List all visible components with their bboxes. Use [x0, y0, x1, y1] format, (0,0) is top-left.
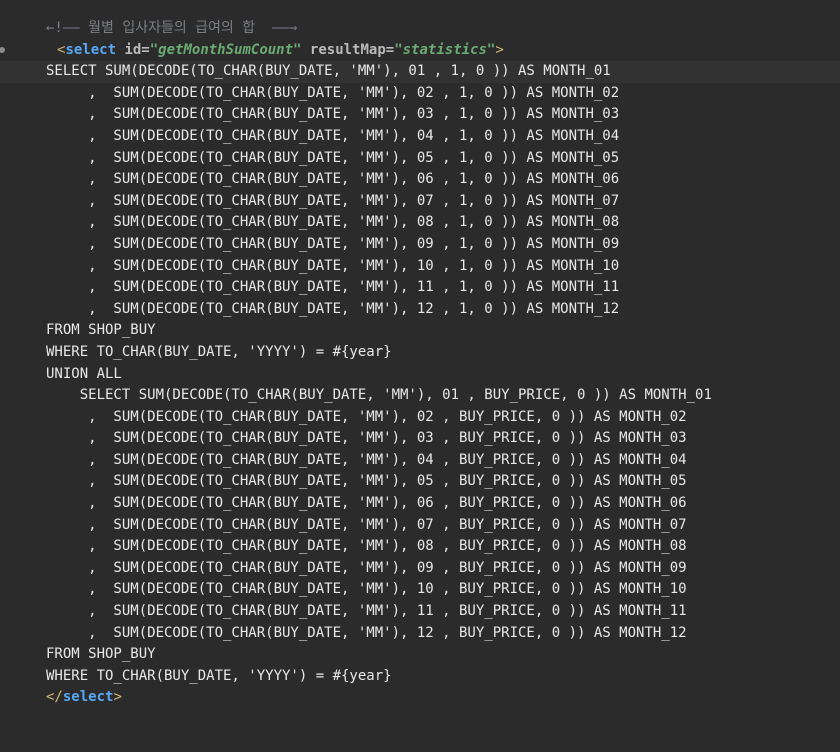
sql-line[interactable]: , SUM(DECODE(TO_CHAR(BUY_DATE, 'MM'), 09… [0, 558, 840, 580]
sql-line[interactable]: , SUM(DECODE(TO_CHAR(BUY_DATE, 'MM'), 03… [0, 104, 840, 126]
sql-text: , SUM(DECODE(TO_CHAR(BUY_DATE, 'MM'), 11… [46, 279, 620, 296]
select-open-tag: <select id="getMonthSumCount" resultMap=… [57, 40, 504, 62]
sql-line[interactable]: WHERE TO_CHAR(BUY_DATE, 'YYYY') = #{year… [0, 342, 840, 364]
sql-text: , SUM(DECODE(TO_CHAR(BUY_DATE, 'MM'), 12… [46, 300, 620, 317]
sql-text: FROM SHOP_BUY [46, 322, 156, 339]
breakpoint-dot-icon[interactable] [0, 46, 5, 53]
attr-id-value: "getMonthSumCount" [149, 41, 302, 58]
attr-id-name: id= [124, 41, 150, 58]
sql-line[interactable]: , SUM(DECODE(TO_CHAR(BUY_DATE, 'MM'), 06… [0, 493, 840, 515]
sql-text: UNION ALL [46, 365, 122, 382]
sql-line[interactable]: SELECT SUM(DECODE(TO_CHAR(BUY_DATE, 'MM'… [0, 385, 840, 407]
select-close-tag-line[interactable]: </select> [0, 687, 840, 709]
sql-line[interactable]: , SUM(DECODE(TO_CHAR(BUY_DATE, 'MM'), 12… [0, 299, 840, 321]
sql-line[interactable]: , SUM(DECODE(TO_CHAR(BUY_DATE, 'MM'), 06… [0, 169, 840, 191]
sql-text: , SUM(DECODE(TO_CHAR(BUY_DATE, 'MM'), 08… [46, 538, 687, 555]
sql-line[interactable]: , SUM(DECODE(TO_CHAR(BUY_DATE, 'MM'), 08… [0, 536, 840, 558]
sql-line[interactable]: , SUM(DECODE(TO_CHAR(BUY_DATE, 'MM'), 05… [0, 471, 840, 493]
sql-text: , SUM(DECODE(TO_CHAR(BUY_DATE, 'MM'), 09… [46, 235, 620, 252]
sql-line[interactable]: , SUM(DECODE(TO_CHAR(BUY_DATE, 'MM'), 09… [0, 234, 840, 256]
sql-line[interactable]: FROM SHOP_BUY [0, 644, 840, 666]
sql-line[interactable]: , SUM(DECODE(TO_CHAR(BUY_DATE, 'MM'), 10… [0, 579, 840, 601]
sql-line[interactable]: , SUM(DECODE(TO_CHAR(BUY_DATE, 'MM'), 08… [0, 212, 840, 234]
sql-line[interactable]: , SUM(DECODE(TO_CHAR(BUY_DATE, 'MM'), 07… [0, 515, 840, 537]
comment-line[interactable]: ←!—— 월별 입사자들의 급여의 합 ——→ [0, 18, 840, 40]
tag-name: select [62, 689, 114, 706]
sql-line[interactable]: , SUM(DECODE(TO_CHAR(BUY_DATE, 'MM'), 04… [0, 450, 840, 472]
sql-line[interactable]: , SUM(DECODE(TO_CHAR(BUY_DATE, 'MM'), 05… [0, 148, 840, 170]
sql-text: , SUM(DECODE(TO_CHAR(BUY_DATE, 'MM'), 09… [46, 559, 687, 576]
code-editor[interactable]: ←!—— 월별 입사자들의 급여의 합 ——→ <select id="getM… [0, 18, 840, 709]
sql-text: SELECT SUM(DECODE(TO_CHAR(BUY_DATE, 'MM'… [46, 63, 611, 80]
select-open-tag-line[interactable]: <select id="getMonthSumCount" resultMap=… [0, 40, 840, 62]
sql-text: SELECT SUM(DECODE(TO_CHAR(BUY_DATE, 'MM'… [46, 387, 712, 404]
select-close-tag: </select> [46, 687, 122, 709]
sql-line[interactable]: , SUM(DECODE(TO_CHAR(BUY_DATE, 'MM'), 02… [0, 407, 840, 429]
tag-name: select [65, 41, 117, 58]
sql-text: WHERE TO_CHAR(BUY_DATE, 'YYYY') = #{year… [46, 343, 392, 360]
sql-line[interactable]: , SUM(DECODE(TO_CHAR(BUY_DATE, 'MM'), 11… [0, 601, 840, 623]
sql-line[interactable]: , SUM(DECODE(TO_CHAR(BUY_DATE, 'MM'), 04… [0, 126, 840, 148]
sql-line[interactable]: , SUM(DECODE(TO_CHAR(BUY_DATE, 'MM'), 03… [0, 428, 840, 450]
sql-text: , SUM(DECODE(TO_CHAR(BUY_DATE, 'MM'), 06… [46, 495, 687, 512]
sql-text: , SUM(DECODE(TO_CHAR(BUY_DATE, 'MM'), 03… [46, 430, 687, 447]
sql-line[interactable]: WHERE TO_CHAR(BUY_DATE, 'YYYY') = #{year… [0, 666, 840, 688]
sql-text: , SUM(DECODE(TO_CHAR(BUY_DATE, 'MM'), 02… [46, 84, 620, 101]
sql-line[interactable]: , SUM(DECODE(TO_CHAR(BUY_DATE, 'MM'), 12… [0, 623, 840, 645]
sql-text: , SUM(DECODE(TO_CHAR(BUY_DATE, 'MM'), 05… [46, 149, 620, 166]
sql-text: , SUM(DECODE(TO_CHAR(BUY_DATE, 'MM'), 02… [46, 408, 687, 425]
attr-resultmap-name: resultMap= [309, 41, 395, 58]
sql-text: , SUM(DECODE(TO_CHAR(BUY_DATE, 'MM'), 04… [46, 451, 687, 468]
sql-text: , SUM(DECODE(TO_CHAR(BUY_DATE, 'MM'), 05… [46, 473, 687, 490]
sql-text: , SUM(DECODE(TO_CHAR(BUY_DATE, 'MM'), 07… [46, 516, 687, 533]
tag-close-bracket: > [113, 689, 122, 706]
sql-line[interactable]: FROM SHOP_BUY [0, 320, 840, 342]
xml-comment: ←!—— 월별 입사자들의 급여의 합 ——→ [46, 20, 298, 36]
sql-text: , SUM(DECODE(TO_CHAR(BUY_DATE, 'MM'), 10… [46, 581, 687, 598]
sql-text: , SUM(DECODE(TO_CHAR(BUY_DATE, 'MM'), 10… [46, 257, 620, 274]
sql-text: , SUM(DECODE(TO_CHAR(BUY_DATE, 'MM'), 07… [46, 192, 620, 209]
sql-line[interactable]: , SUM(DECODE(TO_CHAR(BUY_DATE, 'MM'), 02… [0, 83, 840, 105]
sql-line[interactable]: , SUM(DECODE(TO_CHAR(BUY_DATE, 'MM'), 10… [0, 256, 840, 278]
sql-text: , SUM(DECODE(TO_CHAR(BUY_DATE, 'MM'), 03… [46, 106, 620, 123]
sql-text: , SUM(DECODE(TO_CHAR(BUY_DATE, 'MM'), 08… [46, 214, 620, 231]
sql-text: WHERE TO_CHAR(BUY_DATE, 'YYYY') = #{year… [46, 667, 392, 684]
sql-line[interactable]: SELECT SUM(DECODE(TO_CHAR(BUY_DATE, 'MM'… [0, 61, 840, 83]
tag-open-bracket: </ [46, 689, 63, 706]
sql-text: , SUM(DECODE(TO_CHAR(BUY_DATE, 'MM'), 11… [46, 603, 687, 620]
attr-resultmap-value: "statistics" [394, 41, 496, 58]
sql-text: , SUM(DECODE(TO_CHAR(BUY_DATE, 'MM'), 06… [46, 171, 620, 188]
sql-text: FROM SHOP_BUY [46, 646, 156, 663]
sql-text: , SUM(DECODE(TO_CHAR(BUY_DATE, 'MM'), 12… [46, 624, 687, 641]
tag-close-bracket: > [495, 41, 504, 58]
sql-line[interactable]: , SUM(DECODE(TO_CHAR(BUY_DATE, 'MM'), 11… [0, 277, 840, 299]
sql-line[interactable]: , SUM(DECODE(TO_CHAR(BUY_DATE, 'MM'), 07… [0, 191, 840, 213]
sql-text: , SUM(DECODE(TO_CHAR(BUY_DATE, 'MM'), 04… [46, 127, 620, 144]
sql-line[interactable]: UNION ALL [0, 364, 840, 386]
